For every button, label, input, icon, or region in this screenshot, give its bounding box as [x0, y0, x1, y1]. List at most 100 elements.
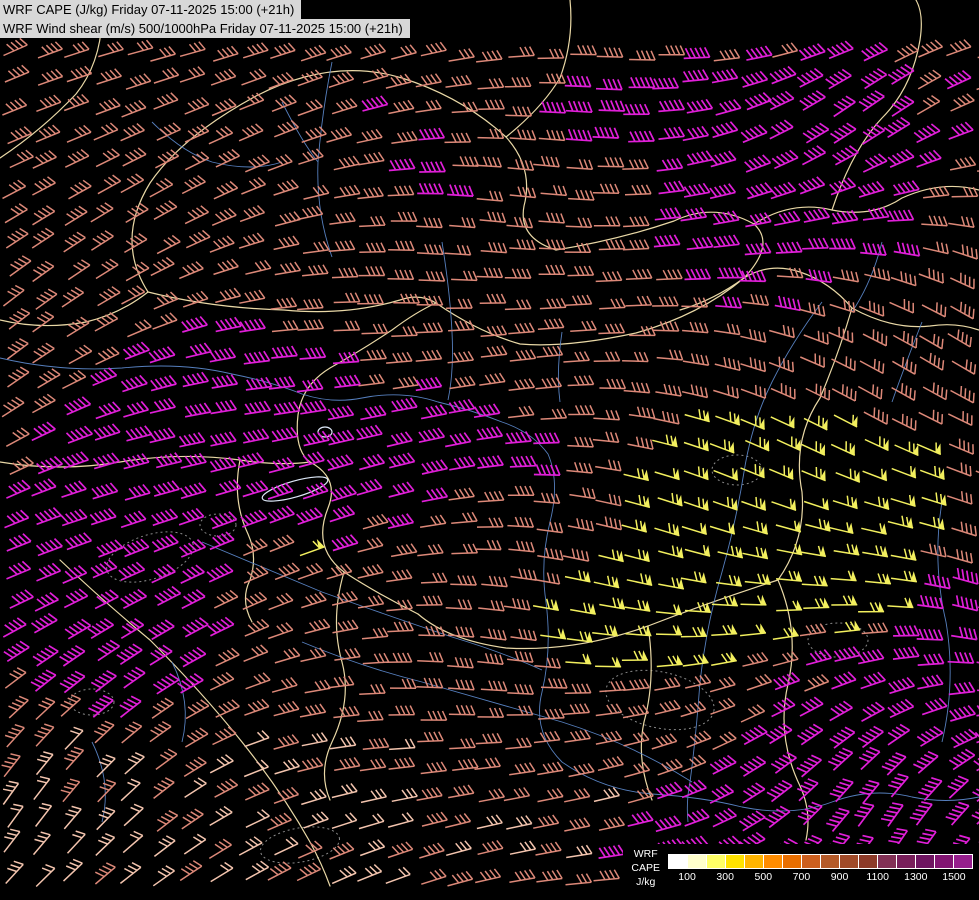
wind-barb: [333, 292, 361, 304]
wind-barb: [267, 153, 293, 172]
wind-barb: [35, 751, 54, 776]
wind-barb: [4, 64, 30, 83]
wind-barb: [452, 758, 479, 771]
wind-barb: [744, 154, 772, 173]
wind-barb: [89, 508, 117, 526]
country-border-layer: [0, 0, 979, 887]
wind-barb: [764, 805, 791, 829]
wind-barb: [537, 547, 564, 561]
wind-barb: [918, 776, 943, 801]
wind-barb: [952, 595, 979, 612]
wind-barb: [506, 216, 534, 229]
wind-barb: [389, 738, 416, 751]
wind-barb: [327, 675, 355, 689]
wind-barb-flag: [907, 597, 914, 608]
wind-barb: [243, 538, 268, 557]
wind-barb: [765, 723, 793, 745]
wind-barb: [746, 673, 773, 691]
wind-barb: [562, 548, 590, 562]
wind-barb: [625, 268, 653, 281]
wind-barb: [478, 599, 505, 612]
wind-barb: [950, 385, 975, 404]
wind-barb: [90, 202, 114, 223]
wind-barb: [388, 158, 416, 172]
wind-barb: [796, 778, 819, 802]
wind-barb: [64, 532, 93, 551]
wind-barb: [244, 698, 270, 716]
wind-barb: [90, 230, 114, 251]
wind-barb: [568, 404, 595, 416]
country-border: [777, 579, 809, 841]
wind-barb-flag: [792, 626, 799, 637]
wind-barb: [304, 679, 331, 694]
wind-barb: [654, 677, 681, 691]
wind-barb: [891, 413, 917, 431]
wind-barb: [951, 359, 977, 375]
wind-barb: [151, 508, 179, 527]
wind-barb: [919, 333, 944, 350]
wind-barb: [209, 235, 235, 253]
wind-barb: [772, 651, 799, 667]
legend-color-cell: [688, 854, 706, 868]
wind-barb: [6, 479, 31, 499]
wind-barb: [35, 288, 58, 310]
wind-barb: [209, 754, 234, 774]
wind-barb: [239, 289, 266, 304]
wind-barb: [477, 77, 505, 90]
wind-barb: [564, 729, 591, 743]
wind-barb-flag: [675, 604, 682, 615]
wind-barb: [415, 376, 443, 392]
wind-barb-flag: [676, 654, 683, 665]
wind-barb: [539, 298, 567, 310]
wind-barb: [35, 697, 56, 721]
wind-barb: [564, 788, 591, 803]
wind-barb: [449, 737, 476, 750]
wind-barb: [243, 565, 269, 584]
wind-barb: [37, 41, 63, 59]
wind-barb: [774, 295, 802, 312]
legend-color-cell: [916, 854, 934, 868]
wind-barb: [125, 73, 152, 90]
wind-barb: [883, 116, 911, 139]
wind-barb: [860, 242, 887, 256]
wind-barb-flag: [910, 571, 917, 582]
wind-barb: [599, 378, 627, 390]
wind-barb: [452, 156, 480, 167]
wind-barb: [179, 261, 204, 280]
wind-barb: [537, 318, 565, 330]
wind-barb: [804, 674, 830, 692]
wind-barb: [297, 205, 324, 221]
wind-barb: [831, 671, 857, 690]
wind-barb: [654, 815, 682, 833]
wind-barb: [890, 271, 917, 287]
wind-barb: [476, 426, 504, 441]
wind-barb: [624, 184, 652, 196]
wind-barb: [712, 731, 737, 751]
wind-barb: [185, 342, 212, 359]
shear-title: WRF Wind shear (m/s) 500/1000hPa Friday …: [0, 19, 410, 38]
wind-barb-flag: [585, 653, 592, 664]
wind-barb: [771, 149, 799, 170]
wind-barb: [329, 212, 356, 225]
wind-barb: [391, 130, 418, 145]
wind-barb: [887, 209, 915, 222]
wind-barb: [37, 368, 61, 389]
wind-barb: [326, 126, 353, 143]
wind-barb: [149, 397, 176, 414]
wind-barb: [268, 376, 296, 390]
wind-barb: [358, 813, 385, 830]
wind-barb: [656, 269, 683, 281]
wind-barb-flag: [730, 651, 737, 662]
wind-barb: [917, 674, 944, 690]
wind-barb: [148, 619, 175, 641]
wind-barb: [598, 323, 626, 335]
wind-barb: [628, 77, 656, 89]
wind-barb: [420, 572, 448, 584]
wind-barb: [5, 427, 30, 447]
wind-barb: [505, 737, 532, 750]
wind-barb: [536, 869, 563, 883]
wind-barb: [334, 374, 361, 389]
legend-bar: 100 300 500 700 900 1100 1300 1500: [668, 853, 973, 883]
wind-barb: [210, 68, 237, 86]
wind-barb: [857, 180, 885, 198]
